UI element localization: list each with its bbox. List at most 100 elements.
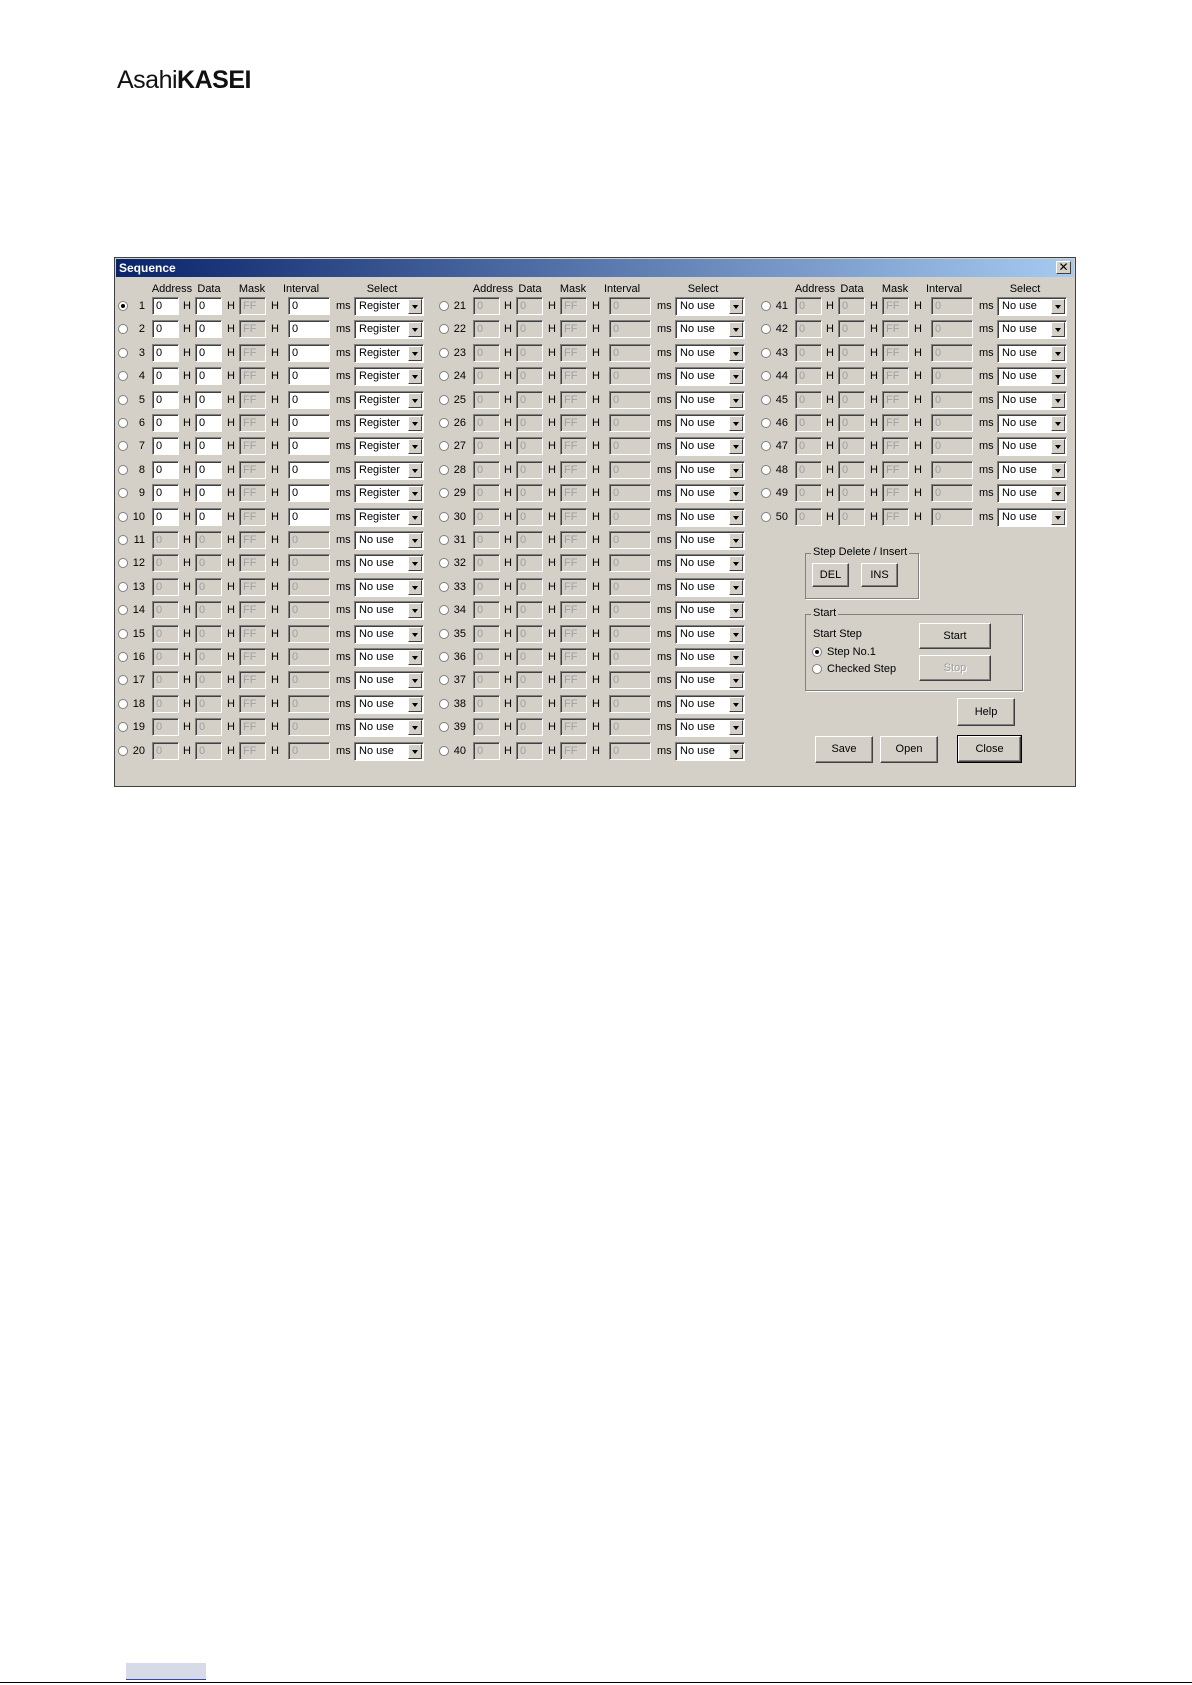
- mask-field[interactable]: FF: [882, 344, 909, 362]
- dropdown-arrow-icon[interactable]: [408, 439, 422, 454]
- interval-field[interactable]: 0: [609, 601, 651, 619]
- address-field[interactable]: 0: [152, 320, 179, 338]
- dropdown-arrow-icon[interactable]: [729, 510, 743, 525]
- address-field[interactable]: 0: [795, 508, 822, 526]
- mask-field[interactable]: FF: [239, 742, 266, 760]
- interval-field[interactable]: 0: [609, 344, 651, 362]
- interval-field[interactable]: 0: [288, 554, 330, 572]
- dropdown-arrow-icon[interactable]: [1051, 486, 1065, 501]
- interval-field[interactable]: 0: [931, 461, 973, 479]
- dropdown-arrow-icon[interactable]: [729, 416, 743, 431]
- interval-field[interactable]: 0: [609, 320, 651, 338]
- dropdown-arrow-icon[interactable]: [1051, 416, 1065, 431]
- interval-field[interactable]: 0: [609, 742, 651, 760]
- interval-field[interactable]: 0: [609, 484, 651, 502]
- mask-field[interactable]: FF: [239, 391, 266, 409]
- select-dropdown[interactable]: No use: [675, 554, 745, 573]
- mask-field[interactable]: FF: [882, 297, 909, 315]
- select-dropdown[interactable]: No use: [354, 554, 424, 573]
- data-field[interactable]: 0: [195, 367, 222, 385]
- select-dropdown[interactable]: No use: [997, 484, 1067, 503]
- data-field[interactable]: 0: [838, 367, 865, 385]
- interval-field[interactable]: 0: [609, 391, 651, 409]
- interval-field[interactable]: 0: [931, 484, 973, 502]
- data-field[interactable]: 0: [195, 648, 222, 666]
- data-field[interactable]: 0: [516, 578, 543, 596]
- mask-field[interactable]: FF: [239, 718, 266, 736]
- select-dropdown[interactable]: Register: [354, 367, 424, 386]
- dropdown-arrow-icon[interactable]: [729, 697, 743, 712]
- del-button[interactable]: DEL: [812, 563, 849, 587]
- mask-field[interactable]: FF: [560, 554, 587, 572]
- mask-field[interactable]: FF: [560, 484, 587, 502]
- dropdown-arrow-icon[interactable]: [408, 393, 422, 408]
- address-field[interactable]: 0: [795, 320, 822, 338]
- mask-field[interactable]: FF: [239, 437, 266, 455]
- dropdown-arrow-icon[interactable]: [729, 369, 743, 384]
- mask-field[interactable]: FF: [882, 484, 909, 502]
- data-field[interactable]: 0: [195, 320, 222, 338]
- mask-field[interactable]: FF: [239, 554, 266, 572]
- mask-field[interactable]: FF: [560, 625, 587, 643]
- mask-field[interactable]: FF: [239, 695, 266, 713]
- mask-field[interactable]: FF: [560, 297, 587, 315]
- address-field[interactable]: 0: [473, 742, 500, 760]
- data-field[interactable]: 0: [195, 625, 222, 643]
- address-field[interactable]: 0: [152, 601, 179, 619]
- data-field[interactable]: 0: [195, 391, 222, 409]
- mask-field[interactable]: FF: [882, 391, 909, 409]
- address-field[interactable]: 0: [473, 367, 500, 385]
- dropdown-arrow-icon[interactable]: [729, 650, 743, 665]
- data-field[interactable]: 0: [195, 344, 222, 362]
- data-field[interactable]: 0: [195, 718, 222, 736]
- mask-field[interactable]: FF: [239, 648, 266, 666]
- mask-field[interactable]: FF: [882, 461, 909, 479]
- interval-field[interactable]: 0: [288, 437, 330, 455]
- data-field[interactable]: 0: [516, 297, 543, 315]
- interval-field[interactable]: 0: [609, 554, 651, 572]
- select-dropdown[interactable]: No use: [354, 695, 424, 714]
- data-field[interactable]: 0: [838, 484, 865, 502]
- select-dropdown[interactable]: No use: [675, 742, 745, 761]
- data-field[interactable]: 0: [195, 461, 222, 479]
- address-field[interactable]: 0: [152, 344, 179, 362]
- dropdown-arrow-icon[interactable]: [729, 463, 743, 478]
- address-field[interactable]: 0: [152, 531, 179, 549]
- dropdown-arrow-icon[interactable]: [729, 720, 743, 735]
- address-field[interactable]: 0: [152, 742, 179, 760]
- dropdown-arrow-icon[interactable]: [408, 580, 422, 595]
- interval-field[interactable]: 0: [288, 671, 330, 689]
- interval-field[interactable]: 0: [609, 625, 651, 643]
- select-dropdown[interactable]: No use: [997, 367, 1067, 386]
- mask-field[interactable]: FF: [239, 414, 266, 432]
- select-dropdown[interactable]: No use: [675, 508, 745, 527]
- interval-field[interactable]: 0: [609, 578, 651, 596]
- interval-field[interactable]: 0: [288, 391, 330, 409]
- address-field[interactable]: 0: [795, 437, 822, 455]
- select-dropdown[interactable]: No use: [675, 718, 745, 737]
- interval-field[interactable]: 0: [288, 742, 330, 760]
- dropdown-arrow-icon[interactable]: [729, 673, 743, 688]
- dropdown-arrow-icon[interactable]: [1051, 299, 1065, 314]
- dropdown-arrow-icon[interactable]: [1051, 322, 1065, 337]
- dropdown-arrow-icon[interactable]: [408, 533, 422, 548]
- data-field[interactable]: 0: [516, 601, 543, 619]
- select-dropdown[interactable]: No use: [997, 437, 1067, 456]
- interval-field[interactable]: 0: [931, 297, 973, 315]
- data-field[interactable]: 0: [516, 671, 543, 689]
- address-field[interactable]: 0: [473, 320, 500, 338]
- data-field[interactable]: 0: [838, 414, 865, 432]
- address-field[interactable]: 0: [473, 578, 500, 596]
- mask-field[interactable]: FF: [560, 344, 587, 362]
- data-field[interactable]: 0: [195, 671, 222, 689]
- dropdown-arrow-icon[interactable]: [729, 322, 743, 337]
- mask-field[interactable]: FF: [560, 578, 587, 596]
- address-field[interactable]: 0: [473, 437, 500, 455]
- address-field[interactable]: 0: [795, 484, 822, 502]
- start-button[interactable]: Start: [919, 623, 991, 649]
- mask-field[interactable]: FF: [560, 461, 587, 479]
- step-no1-radio[interactable]: [812, 647, 822, 657]
- dropdown-arrow-icon[interactable]: [408, 627, 422, 642]
- data-field[interactable]: 0: [195, 742, 222, 760]
- address-field[interactable]: 0: [152, 671, 179, 689]
